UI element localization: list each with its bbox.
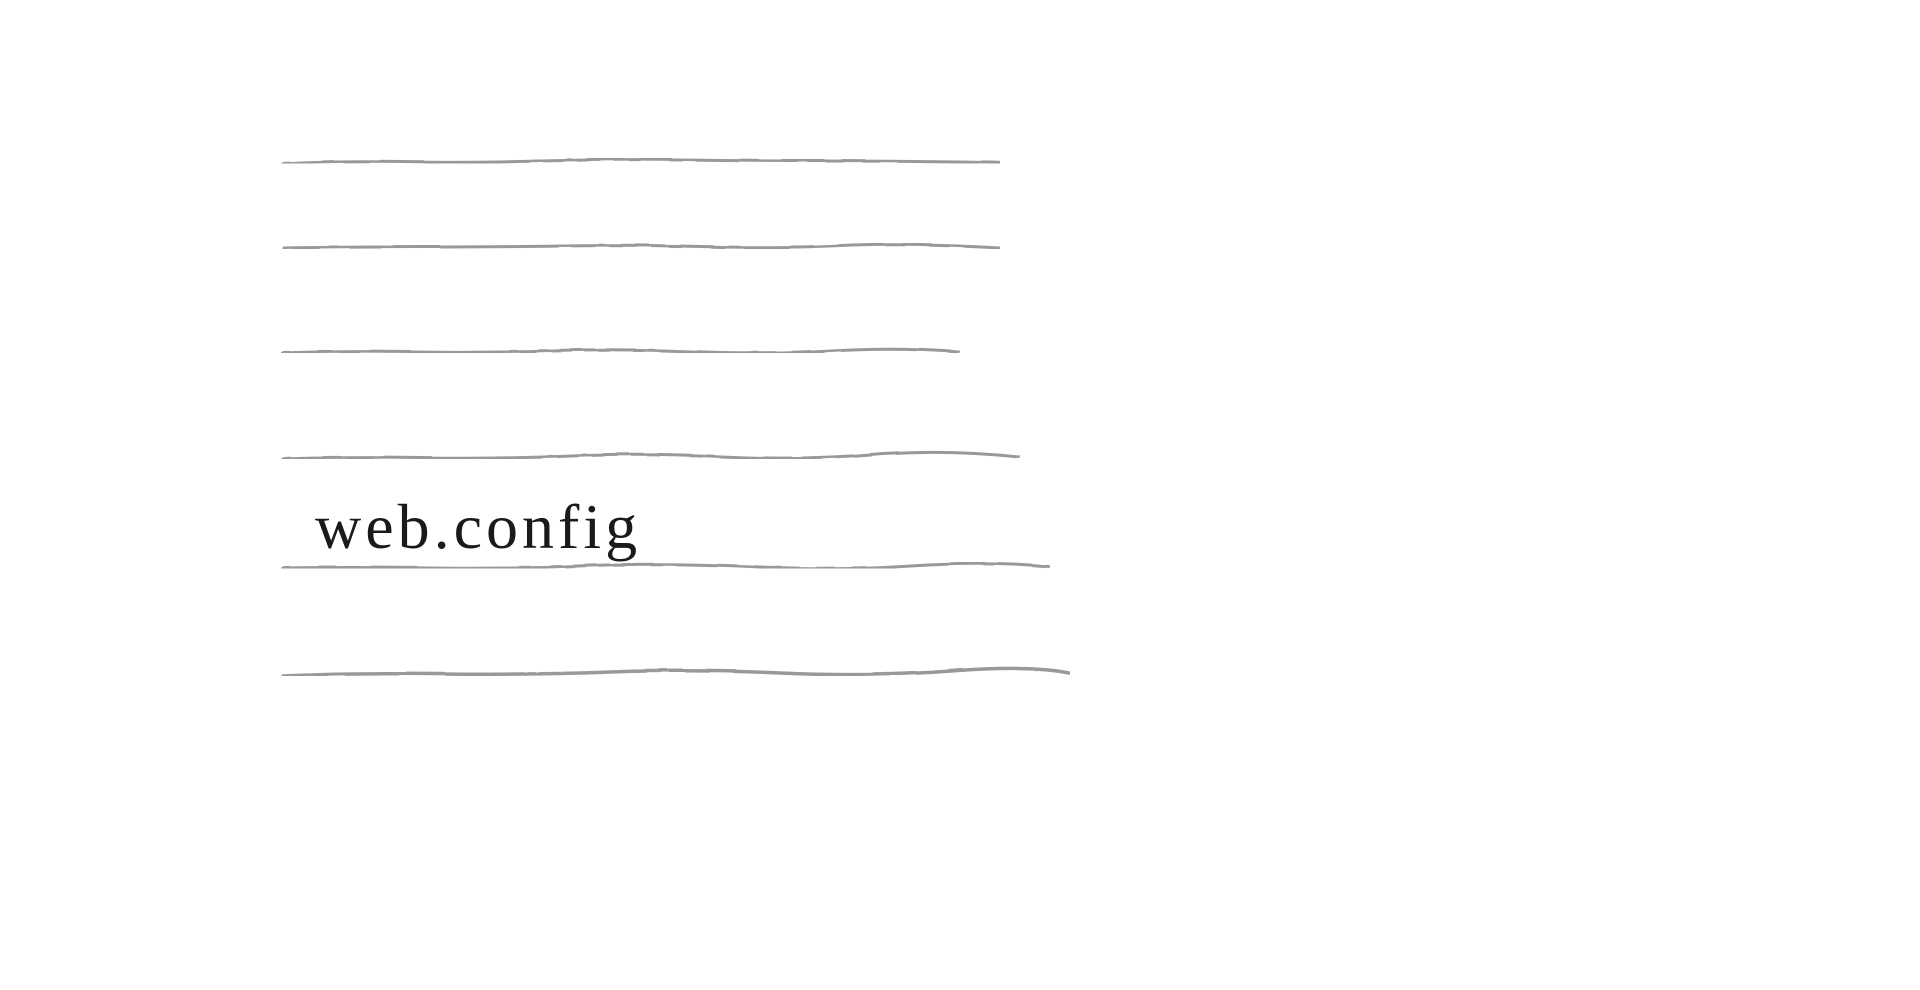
sketch-line [280,345,960,357]
handwritten-label: web.config [315,490,641,564]
sketch-line [280,665,1070,679]
sketch-line [280,240,1000,252]
sketch-line [280,450,1020,462]
sketch-container: web.config [280,155,1070,695]
sketch-line [280,155,1000,167]
